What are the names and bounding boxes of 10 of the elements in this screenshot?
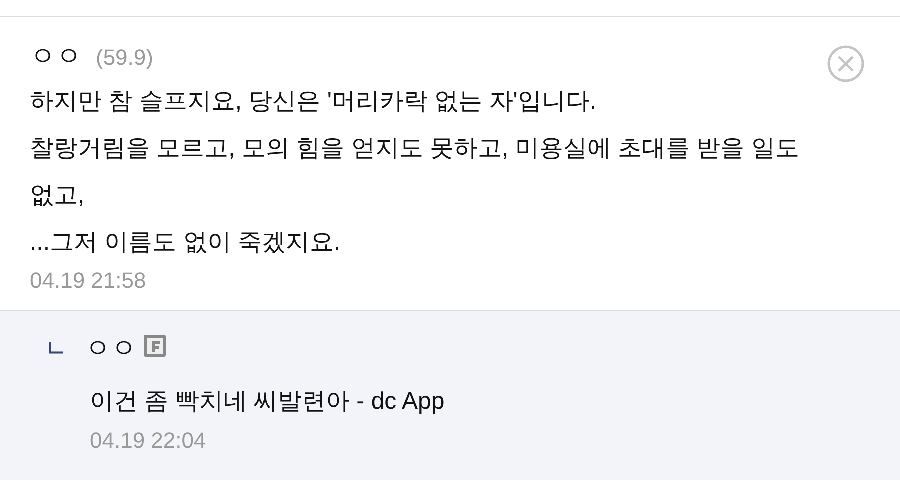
reply-text: 이건 좀 빡치네 씨발련아 - dc App [90, 387, 446, 417]
delete-icon[interactable] [827, 45, 865, 83]
timestamp: 04.19 22:04 [90, 427, 208, 455]
member-icon [143, 334, 167, 358]
ip-address: (59.9) [96, 44, 154, 72]
comment-text: 하지만 참 슬프지요, 당신은 '머리카락 없는 자'입니다. 찰랑거림을 모르고, 모의 힘을 얻지도 못하고, 미용실에 초대를 받을 일도 없고, ...그저 이름도 없이 죽겠지요. [30, 87, 800, 258]
timestamp: 04.19 21:58 [30, 267, 148, 295]
author-name: ㅇㅇ [85, 332, 137, 365]
reply-marker: ㄴ [45, 335, 67, 363]
author-name: ㅇㅇ [30, 40, 82, 73]
